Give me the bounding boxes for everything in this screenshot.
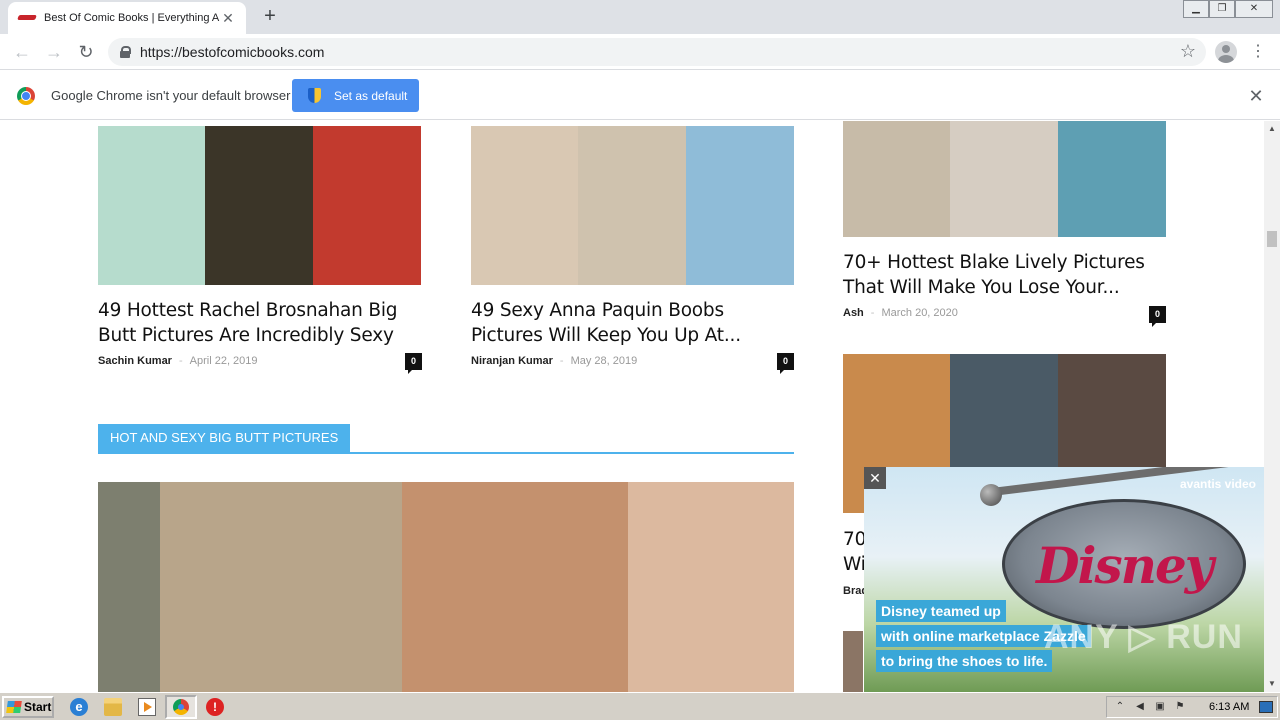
thumbnail-image-panel xyxy=(205,126,313,285)
comment-count-badge[interactable]: 0 xyxy=(1149,306,1166,327)
article-title-line: 49 Hottest Rachel Brosnahan Big xyxy=(98,300,398,321)
start-label: Start xyxy=(24,700,52,714)
article-date: April 22, 2019 xyxy=(189,355,258,367)
new-tab-button[interactable]: + xyxy=(258,5,282,29)
article-title-link[interactable]: 70+ Hottest Blake Lively Pictures That W… xyxy=(843,250,1173,300)
article-title-line: Butt Pictures Are Incredibly Sexy xyxy=(98,325,394,346)
infobar-message: Google Chrome isn't your default browser xyxy=(51,88,291,103)
start-button[interactable]: Start xyxy=(2,696,54,718)
forward-arrow-icon[interactable]: → xyxy=(42,40,66,64)
url-text[interactable]: https://bestofcomicbooks.com xyxy=(140,44,324,60)
set-as-default-label: Set as default xyxy=(334,88,408,103)
file-explorer-icon[interactable] xyxy=(104,698,122,716)
section-feature-thumbnail[interactable] xyxy=(98,482,794,692)
article-date: March 20, 2020 xyxy=(881,307,958,319)
thumbnail-image-panel xyxy=(628,482,794,692)
stop-icon[interactable]: ! xyxy=(206,698,224,716)
ad-brand-logo[interactable]: avantis video xyxy=(1180,477,1256,491)
article-thumbnail[interactable] xyxy=(843,121,1166,237)
ad-caption-line: to bring the shoes to life. xyxy=(876,650,1053,672)
volume-icon[interactable]: ◀ xyxy=(1133,700,1147,714)
set-as-default-button[interactable]: Set as default xyxy=(292,79,419,112)
thumbnail-image-panel xyxy=(402,482,628,692)
comment-count-badge[interactable]: 0 xyxy=(777,353,794,374)
address-bar[interactable]: https://bestofcomicbooks.com ☆ xyxy=(108,38,1206,66)
article-title-line: 70+ Hottest Blake Lively Pictures xyxy=(843,252,1145,273)
bookmark-star-icon[interactable]: ☆ xyxy=(1180,41,1196,62)
window-maximize-button[interactable]: ❐ xyxy=(1209,0,1235,18)
thumbnail-image-panel xyxy=(471,126,578,285)
infobar-close-icon[interactable]: ✕ xyxy=(1247,86,1265,107)
chrome-logo-icon xyxy=(17,87,35,105)
window-close-button[interactable]: ✕ xyxy=(1235,0,1273,18)
media-player-icon[interactable] xyxy=(138,698,156,716)
section-header: HOT AND SEXY BIG BUTT PICTURES xyxy=(98,424,794,454)
reload-icon[interactable]: ↻ xyxy=(74,40,98,64)
sign-pole-knob xyxy=(980,484,1002,506)
article-title-link[interactable]: 49 Hottest Rachel Brosnahan Big Butt Pic… xyxy=(98,298,428,348)
windows-logo-icon xyxy=(6,701,22,713)
clock-time[interactable]: 6:13 AM xyxy=(1209,701,1249,713)
chrome-menu-icon[interactable]: ⋮ xyxy=(1250,40,1266,64)
article-date: May 28, 2019 xyxy=(570,355,638,367)
uac-shield-icon xyxy=(308,88,321,103)
article-meta: Ash - March 20, 2020 xyxy=(843,307,958,319)
default-browser-infobar: Google Chrome isn't your default browser… xyxy=(0,71,1280,120)
lock-icon[interactable] xyxy=(120,46,131,58)
tab-title: Best Of Comic Books | Everything Ab xyxy=(44,12,220,24)
browser-tab[interactable]: Best Of Comic Books | Everything Ab ✕ xyxy=(8,2,246,34)
article-title-link[interactable]: 49 Sexy Anna Paquin Boobs Pictures Will … xyxy=(471,298,801,348)
profile-avatar-icon[interactable] xyxy=(1215,41,1237,63)
meta-separator: - xyxy=(559,355,564,367)
section-title[interactable]: HOT AND SEXY BIG BUTT PICTURES xyxy=(98,424,351,452)
article-thumbnail[interactable] xyxy=(471,126,794,285)
page-scrollbar[interactable]: ▲ ▼ xyxy=(1264,121,1280,692)
system-tray: ⌃ ◀ ▣ ⚑ 6:13 AM xyxy=(1106,696,1278,718)
tab-close-icon[interactable]: ✕ xyxy=(220,10,236,26)
thumbnail-image-panel xyxy=(160,482,402,692)
article-title-line: That Will Make You Lose Your... xyxy=(843,277,1120,298)
video-ad[interactable]: Disney avantis video Disney teamed up wi… xyxy=(864,467,1264,692)
anyrun-watermark: ANY ▷ RUN xyxy=(1044,618,1243,656)
action-center-flag-icon[interactable]: ⚑ xyxy=(1173,700,1187,714)
back-arrow-icon[interactable]: ← xyxy=(10,40,34,64)
site-favicon-icon xyxy=(18,13,36,23)
ad-close-icon[interactable]: ✕ xyxy=(864,467,886,489)
article-thumbnail[interactable] xyxy=(843,631,863,692)
scroll-down-arrow-icon[interactable]: ▼ xyxy=(1264,676,1280,692)
chrome-taskbar-button[interactable] xyxy=(165,695,197,719)
tray-expand-icon[interactable]: ⌃ xyxy=(1113,700,1127,714)
article-title-line: Pictures Will Keep You Up At... xyxy=(471,325,741,346)
internet-explorer-icon[interactable]: e xyxy=(70,698,88,716)
article-thumbnail[interactable] xyxy=(98,126,421,285)
thumbnail-image-panel xyxy=(1058,121,1166,237)
article-author-link[interactable]: Niranjan Kumar xyxy=(471,355,553,367)
window-minimize-button[interactable]: ▁ xyxy=(1183,0,1209,18)
article-author-link[interactable]: Sachin Kumar xyxy=(98,355,172,367)
thumbnail-image-panel xyxy=(950,121,1058,237)
thumbnail-image-panel xyxy=(843,121,950,237)
article-title-line: 49 Sexy Anna Paquin Boobs xyxy=(471,300,724,321)
thumbnail-image-panel xyxy=(98,126,205,285)
article-meta: Niranjan Kumar - May 28, 2019 xyxy=(471,355,637,367)
article-meta: Sachin Kumar - April 22, 2019 xyxy=(98,355,258,367)
scroll-up-arrow-icon[interactable]: ▲ xyxy=(1264,121,1280,137)
chrome-icon xyxy=(173,699,189,715)
browser-tab-strip: Best Of Comic Books | Everything Ab ✕ + … xyxy=(0,0,1280,34)
thumbnail-image-panel xyxy=(313,126,421,285)
meta-separator: - xyxy=(870,307,875,319)
ad-caption-line: Disney teamed up xyxy=(876,600,1006,622)
show-desktop-icon[interactable] xyxy=(1259,701,1273,713)
article-author-link[interactable]: Ash xyxy=(843,307,864,319)
browser-toolbar: ← → ↻ https://bestofcomicbooks.com ☆ ⋮ xyxy=(0,34,1280,70)
comment-count-badge[interactable]: 0 xyxy=(405,353,422,374)
network-icon[interactable]: ▣ xyxy=(1153,700,1167,714)
windows-taskbar: Start e ! ⌃ ◀ ▣ ⚑ 6:13 AM xyxy=(0,692,1280,720)
disney-sign-text: Disney xyxy=(1036,536,1214,595)
thumbnail-image-panel xyxy=(98,482,160,692)
thumbnail-image-panel xyxy=(578,126,686,285)
scroll-thumb[interactable] xyxy=(1267,231,1277,247)
meta-separator: - xyxy=(178,355,183,367)
thumbnail-image-panel xyxy=(686,126,794,285)
